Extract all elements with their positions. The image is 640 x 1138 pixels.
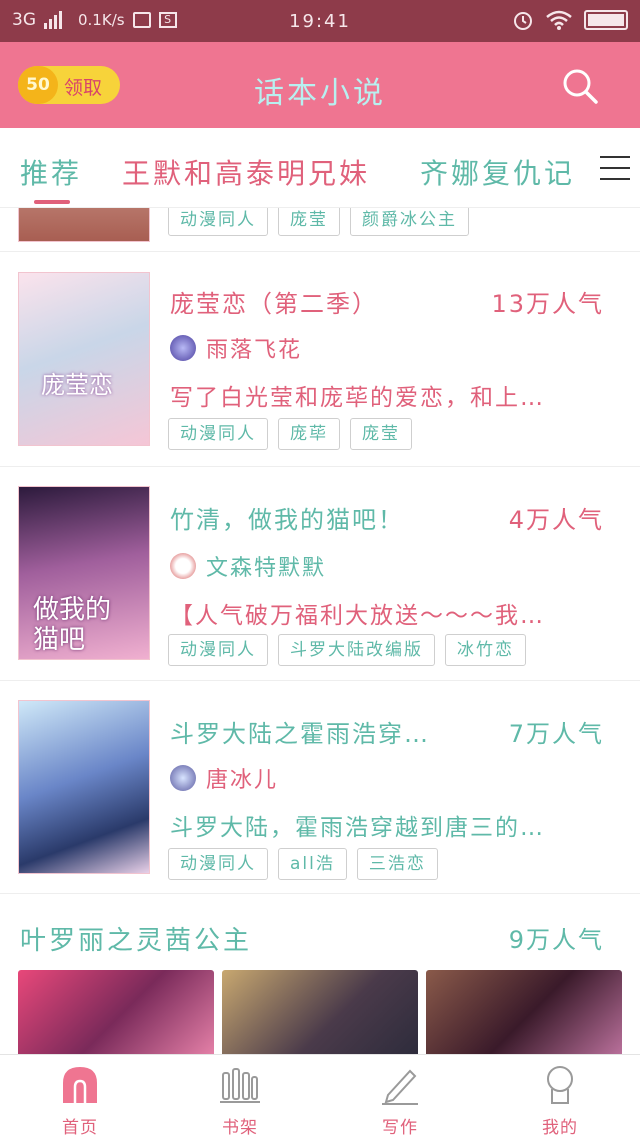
- list-item[interactable]: 斗罗大陆之霍雨浩穿… 7万人气 唐冰儿 斗罗大陆，霍雨浩穿越到唐三的… 动漫同人…: [0, 682, 640, 894]
- book-cover: 做我的猫吧: [18, 486, 150, 660]
- author-row: 唐冰儿: [170, 762, 278, 794]
- nav-home[interactable]: 首页: [30, 1063, 130, 1138]
- app-header: 50 领取 话本小说: [0, 42, 640, 128]
- status-right: [512, 9, 628, 31]
- search-icon[interactable]: [560, 66, 600, 106]
- book-title[interactable]: 斗罗大陆之霍雨浩穿…: [170, 714, 430, 749]
- book-title[interactable]: 竹清，做我的猫吧！: [170, 500, 404, 535]
- tag[interactable]: 动漫同人: [168, 634, 268, 666]
- feed-list: 动漫同人 庞莹 颜爵冰公主 庞莹恋 庞莹恋（第二季） 13万人气 雨落飞花 写了…: [0, 208, 640, 1054]
- book-cover: 庞莹恋: [18, 272, 150, 446]
- section-thumbnail[interactable]: [222, 970, 418, 1054]
- book-description: 【人气破万福利大放送～～～我…: [170, 603, 545, 629]
- battery-icon: [584, 10, 628, 30]
- tag-list: 动漫同人 all浩 三浩恋: [168, 848, 438, 880]
- cover-title: 庞莹恋: [41, 371, 113, 399]
- tag[interactable]: 三浩恋: [356, 848, 438, 880]
- app-title: 话本小说: [254, 76, 386, 111]
- popularity: 7万人气: [508, 720, 604, 748]
- tag[interactable]: 庞莹: [350, 418, 412, 450]
- section-thumbnail[interactable]: [18, 970, 214, 1054]
- book-description: 写了白光莹和庞荜的爱恋，和上…: [170, 385, 545, 411]
- tag[interactable]: 动漫同人: [168, 418, 268, 450]
- tag-list: 动漫同人 庞荜 庞莹: [168, 418, 412, 450]
- section-thumbnail[interactable]: [426, 970, 622, 1054]
- profile-icon: [547, 1066, 573, 1104]
- menu-icon[interactable]: [600, 156, 630, 182]
- list-item[interactable]: 动漫同人 庞莹 颜爵冰公主: [0, 208, 640, 252]
- tag[interactable]: all浩: [278, 848, 347, 880]
- nav-label: 书架: [222, 1118, 258, 1138]
- nav-bookshelf[interactable]: 书架: [190, 1063, 290, 1138]
- tag[interactable]: 斗罗大陆改编版: [278, 634, 435, 666]
- tag[interactable]: 庞荜: [278, 418, 340, 450]
- author-avatar: [170, 765, 196, 791]
- active-tab-indicator: [34, 200, 70, 204]
- author-name[interactable]: 唐冰儿: [206, 762, 278, 794]
- popularity: 4万人气: [508, 506, 604, 534]
- nav-label: 我的: [542, 1118, 578, 1138]
- wifi-icon: [546, 10, 572, 30]
- author-name[interactable]: 雨落飞花: [206, 332, 302, 364]
- book-cover: [18, 700, 150, 874]
- alarm-icon: [514, 12, 532, 30]
- list-item[interactable]: 庞莹恋 庞莹恋（第二季） 13万人气 雨落飞花 写了白光莹和庞荜的爱恋，和上… …: [0, 254, 640, 467]
- nav-label: 首页: [62, 1118, 98, 1138]
- tag[interactable]: 动漫同人: [168, 208, 268, 236]
- author-avatar: [170, 553, 196, 579]
- tag[interactable]: 庞莹: [278, 208, 340, 236]
- author-avatar: [170, 335, 196, 361]
- list-item[interactable]: 做我的猫吧 竹清，做我的猫吧！ 4万人气 文森特默默 【人气破万福利大放送～～～…: [0, 468, 640, 681]
- author-row: 雨落飞花: [170, 332, 302, 364]
- nav-label: 写作: [382, 1118, 418, 1138]
- pencil-icon: [382, 1069, 418, 1105]
- book-description: 斗罗大陆，霍雨浩穿越到唐三的…: [170, 815, 545, 841]
- status-bar: 3G 0.1K/s S 19:41: [0, 0, 640, 42]
- nav-profile[interactable]: 我的: [510, 1063, 610, 1138]
- book-cover: [18, 208, 150, 242]
- tab-qina[interactable]: 齐娜复仇记: [420, 152, 575, 192]
- tag[interactable]: 颜爵冰公主: [350, 208, 469, 236]
- tag-list: 动漫同人 斗罗大陆改编版 冰竹恋: [168, 634, 526, 666]
- section-title[interactable]: 叶罗丽之灵茜公主: [20, 920, 252, 957]
- author-row: 文森特默默: [170, 550, 326, 582]
- section-popularity: 9万人气: [508, 926, 604, 954]
- author-name[interactable]: 文森特默默: [206, 550, 326, 582]
- home-icon: [63, 1067, 97, 1103]
- bookshelf-icon: [220, 1068, 260, 1103]
- tag[interactable]: 冰竹恋: [445, 634, 526, 666]
- category-tabs: 推荐 王默和高泰明兄妹 齐娜复仇记: [0, 128, 640, 208]
- nav-write[interactable]: 写作: [350, 1063, 450, 1138]
- tag-list: 动漫同人 庞莹 颜爵冰公主: [168, 208, 469, 236]
- bottom-navigation: 首页 书架 写作 我的: [0, 1054, 640, 1138]
- tab-wangmo[interactable]: 王默和高泰明兄妹: [122, 152, 370, 192]
- tab-recommended[interactable]: 推荐: [20, 152, 82, 192]
- book-title[interactable]: 庞莹恋（第二季）: [170, 284, 378, 319]
- popularity: 13万人气: [491, 290, 604, 318]
- cover-title: 做我的猫吧: [33, 595, 112, 655]
- tag[interactable]: 动漫同人: [168, 848, 268, 880]
